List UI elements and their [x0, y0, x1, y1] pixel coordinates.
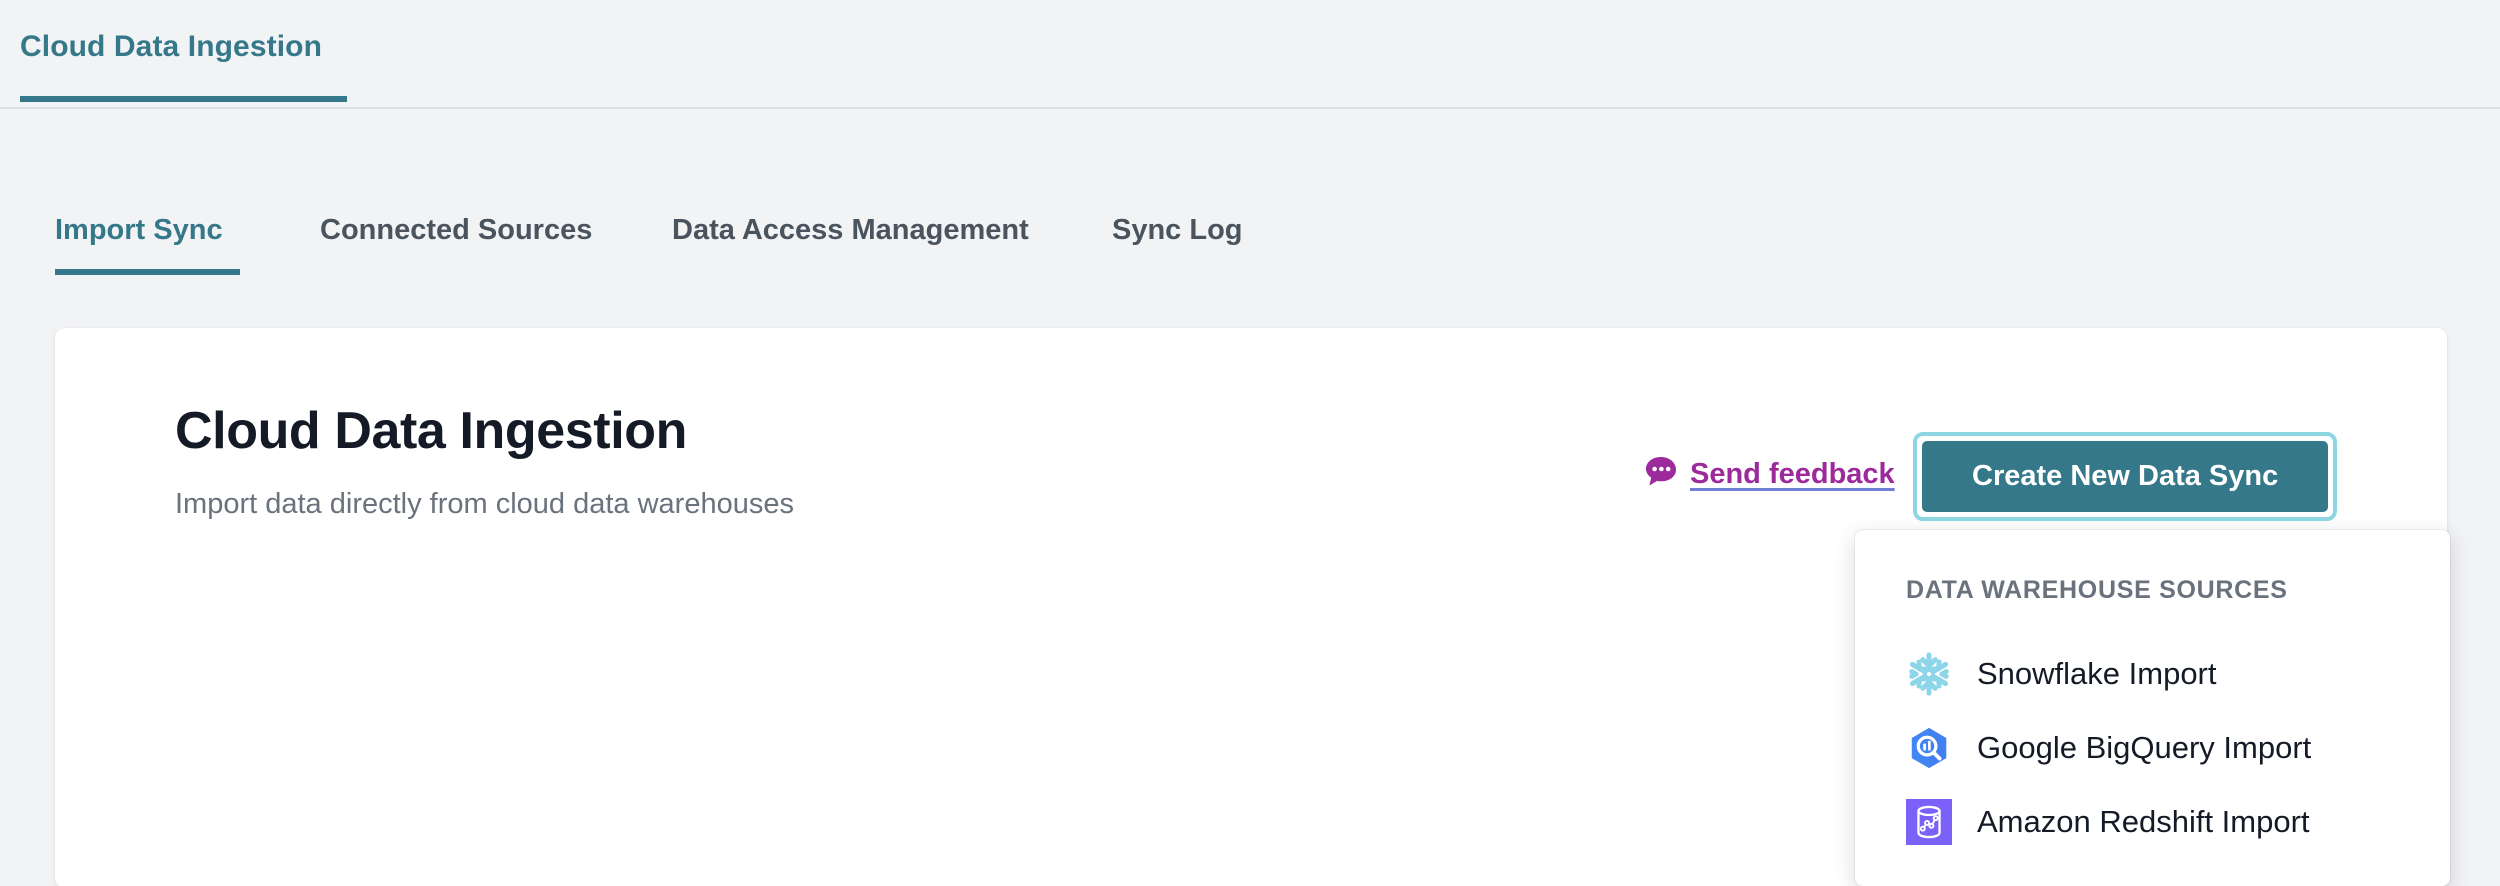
dropdown-item-amazon-redshift-import[interactable]: Amazon Redshift Import	[1855, 785, 2450, 859]
redshift-icon	[1906, 799, 1952, 845]
dropdown-item-label: Amazon Redshift Import	[1977, 804, 2310, 839]
create-new-data-sync-button[interactable]: Create New Data Sync	[1922, 441, 2329, 512]
dropdown-item-snowflake-import[interactable]: Snowflake Import	[1855, 637, 2450, 711]
dropdown-item-label: Google BigQuery Import	[1977, 730, 2312, 765]
page-title: Cloud Data Ingestion	[175, 402, 688, 460]
dropdown-item-google-bigquery-import[interactable]: Google BigQuery Import	[1855, 711, 2450, 785]
create-new-data-sync-focus-ring: Create New Data Sync	[1913, 432, 2338, 521]
speech-bubble-icon	[1645, 456, 1679, 493]
snowflake-icon	[1906, 651, 1952, 697]
page-subtitle: Import data directly from cloud data war…	[175, 488, 794, 520]
bigquery-icon	[1906, 725, 1952, 771]
tab-import-sync-indicator	[55, 269, 240, 275]
dropdown-section-header: DATA WAREHOUSE SOURCES	[1906, 576, 2288, 604]
send-feedback-label: Send feedback	[1690, 458, 1895, 490]
dropdown-item-label: Snowflake Import	[1977, 656, 2217, 691]
tab-sync-log[interactable]: Sync Log	[1112, 214, 1243, 247]
tab-import-sync[interactable]: Import Sync	[55, 214, 223, 247]
send-feedback-link[interactable]: Send feedback	[1645, 456, 1895, 493]
tab-connected-sources[interactable]: Connected Sources	[320, 214, 592, 247]
top-tab-cloud-data-ingestion[interactable]: Cloud Data Ingestion	[20, 30, 322, 64]
tab-data-access-management[interactable]: Data Access Management	[672, 214, 1029, 247]
top-tab-bar: Cloud Data Ingestion	[0, 0, 2500, 109]
data-warehouse-sources-dropdown: DATA WAREHOUSE SOURCES Snowflake Import …	[1855, 530, 2450, 886]
top-tab-active-indicator	[20, 96, 347, 102]
sub-tab-bar: Import Sync Connected Sources Data Acces…	[0, 109, 2500, 275]
